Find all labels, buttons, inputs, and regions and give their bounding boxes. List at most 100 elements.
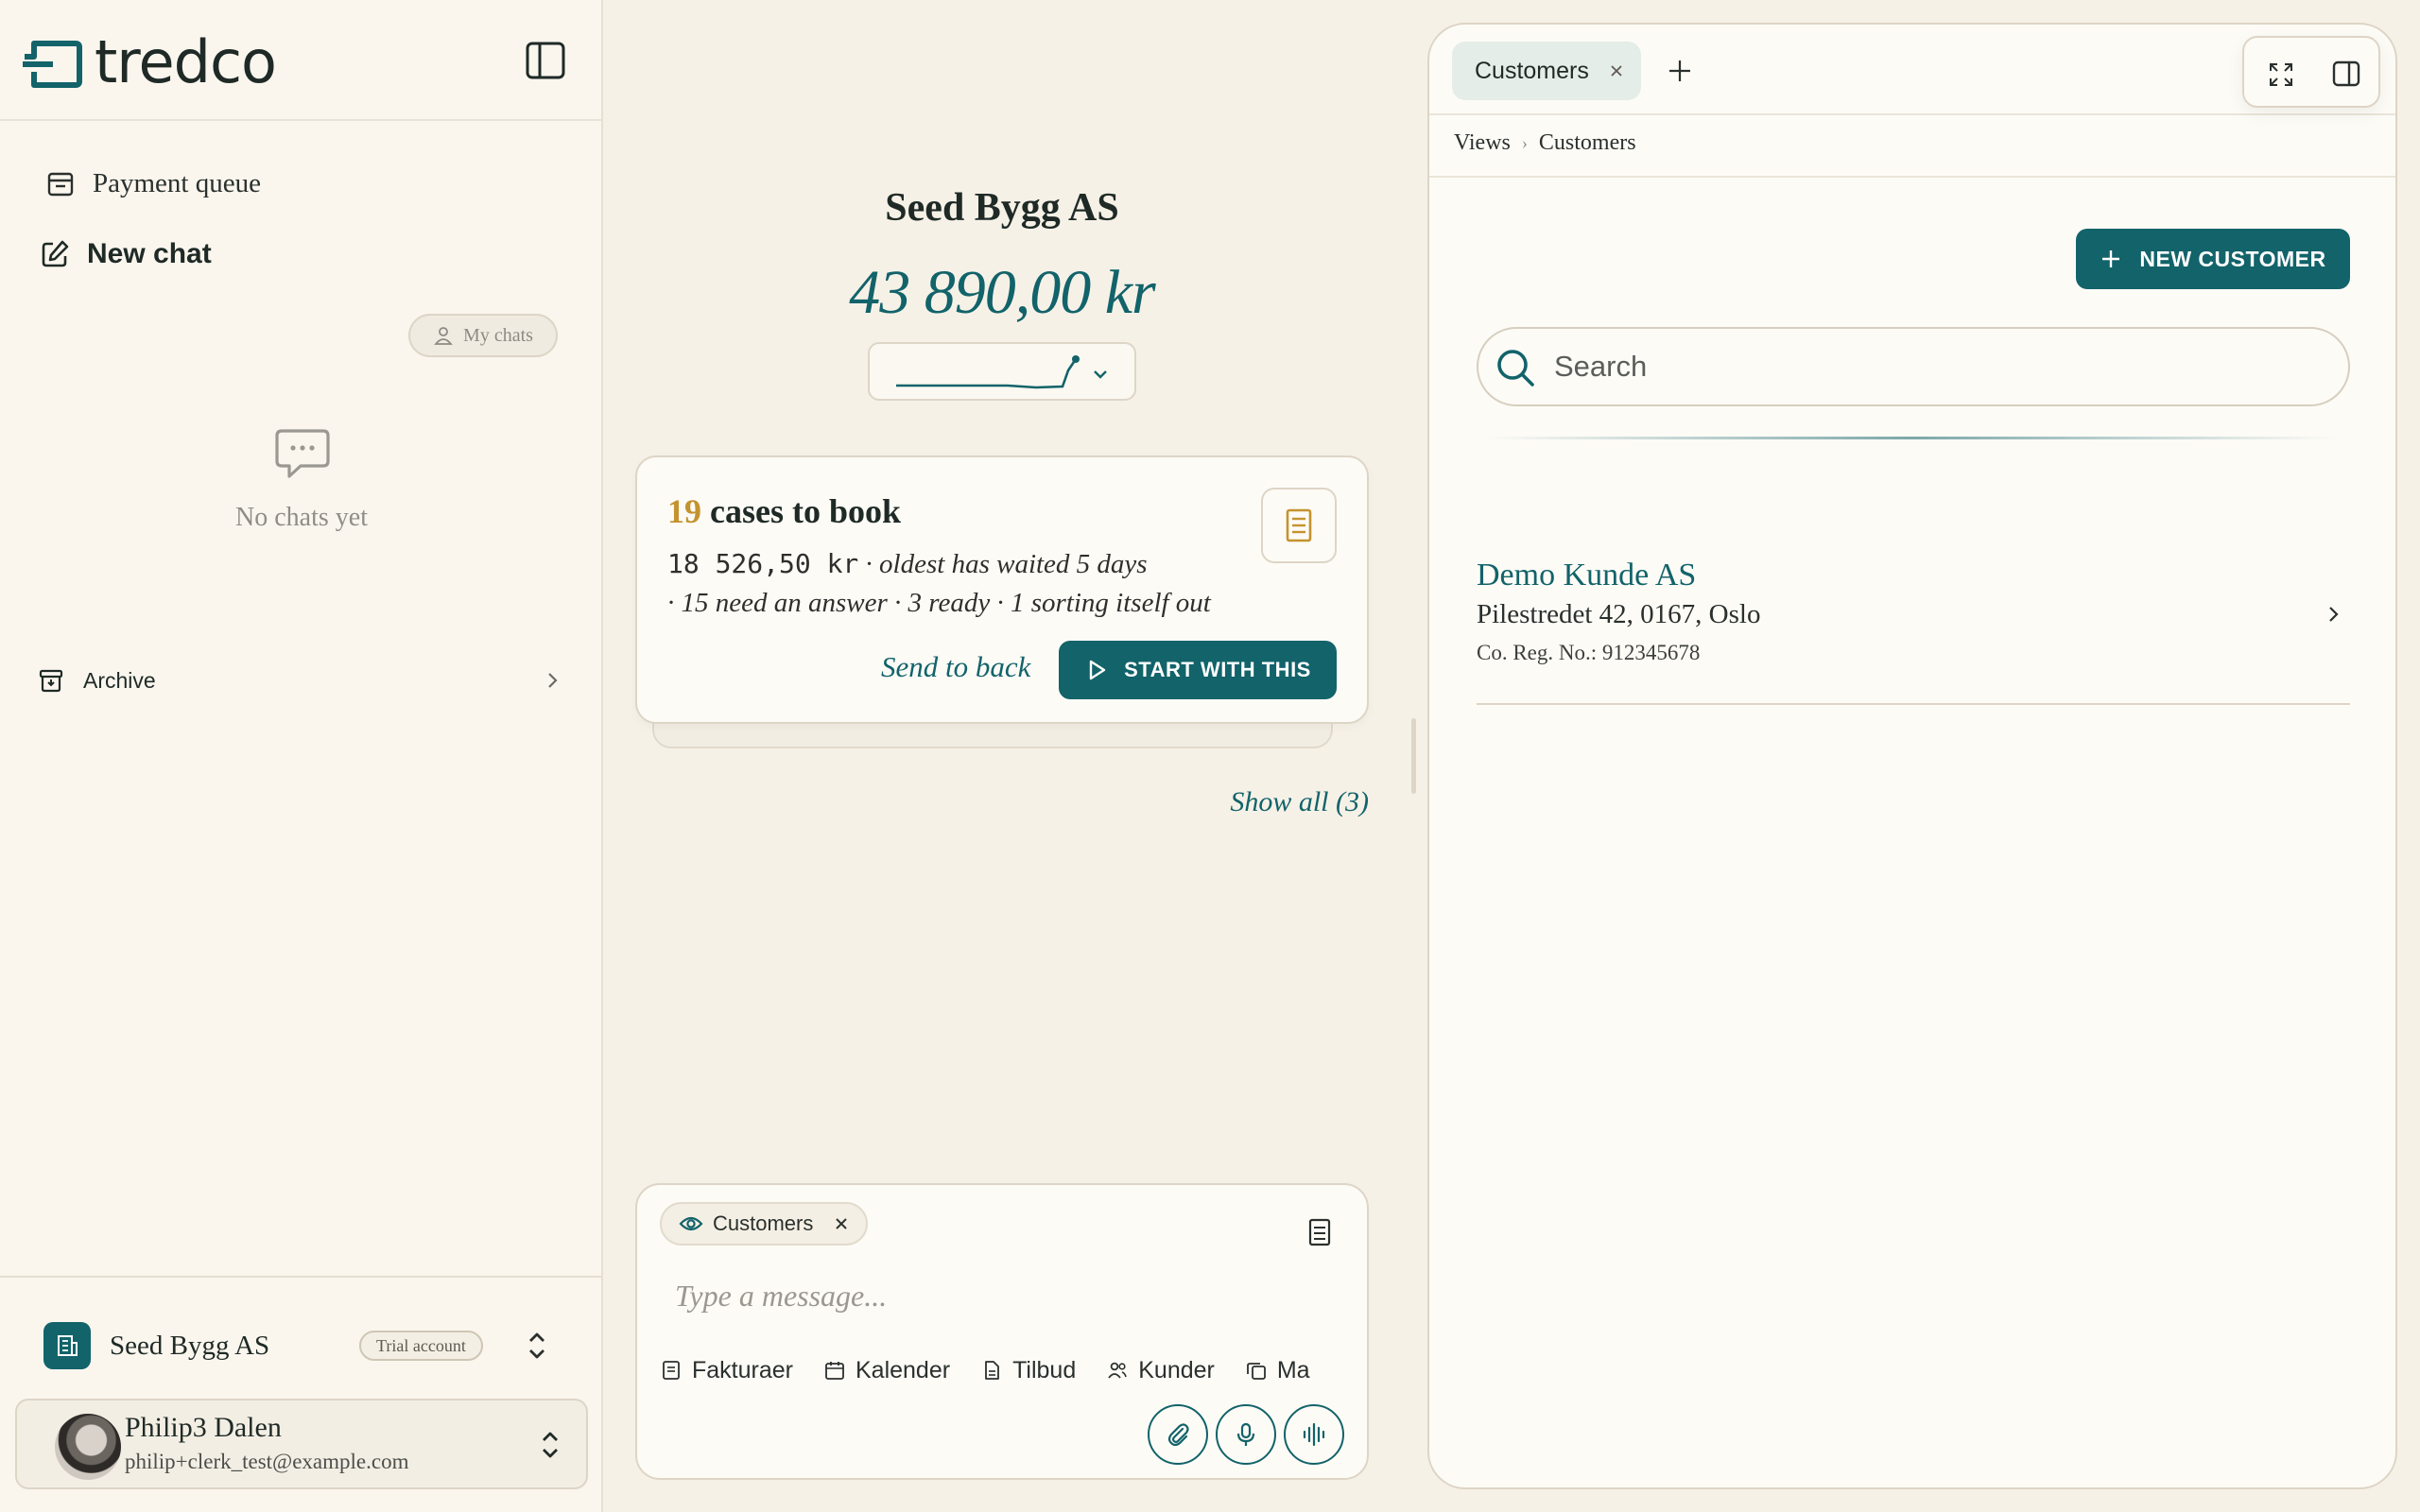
customer-search[interactable] bbox=[1477, 327, 2350, 406]
message-composer: Customers Fakturaer bbox=[635, 1183, 1369, 1480]
plus-icon[interactable] bbox=[1666, 57, 1694, 85]
new-chat-button[interactable]: New chat bbox=[40, 238, 212, 270]
tab-customers[interactable]: Customers bbox=[1452, 42, 1641, 100]
org-name: Seed Bygg AS bbox=[110, 1330, 270, 1361]
cases-count: 19 bbox=[667, 492, 701, 530]
logo-row: tredco bbox=[0, 0, 601, 121]
close-icon[interactable] bbox=[834, 1216, 849, 1231]
send-to-back-link[interactable]: Send to back bbox=[881, 650, 1030, 684]
search-input[interactable] bbox=[1554, 344, 2329, 389]
calendar-icon bbox=[825, 1362, 844, 1380]
shortcut-tilbud[interactable]: Tilbud bbox=[980, 1351, 1076, 1389]
shortcut-label: Kalender bbox=[855, 1356, 951, 1383]
cases-summary-line: 18 526,50 kr · oldest has waited 5 days bbox=[667, 548, 1148, 580]
customer-reg-no: Co. Reg. No.: 912345678 bbox=[1477, 641, 1701, 664]
breadcrumb-separator: › bbox=[1521, 133, 1528, 152]
show-all-link[interactable]: Show all (3) bbox=[1229, 786, 1369, 818]
microphone-button[interactable] bbox=[1216, 1404, 1276, 1465]
copy-icon bbox=[1246, 1363, 1266, 1380]
logo-icon bbox=[23, 41, 82, 88]
shortcut-label: Tilbud bbox=[1012, 1356, 1077, 1383]
cases-to-book-card: 19 cases to book 18 526,50 kr · oldest h… bbox=[635, 455, 1369, 724]
document-icon bbox=[1286, 508, 1312, 542]
eye-icon bbox=[679, 1216, 703, 1231]
panel-window-controls bbox=[2242, 36, 2380, 108]
empty-chats-text: No chats yet bbox=[235, 503, 368, 532]
panel-tab-bar: Customers bbox=[1429, 25, 2395, 115]
chevron-down-icon bbox=[1094, 370, 1107, 379]
my-chats-filter[interactable]: My chats bbox=[408, 314, 558, 357]
voice-mode-button[interactable] bbox=[1284, 1404, 1344, 1465]
customer-row[interactable]: Demo Kunde AS Pilestredet 42, 0167, Oslo… bbox=[1477, 539, 2350, 705]
cases-amount: 18 526,50 kr bbox=[667, 548, 859, 579]
breadcrumb-views[interactable]: Views bbox=[1454, 130, 1511, 156]
start-with-this-label: START WITH THIS bbox=[1124, 658, 1311, 681]
new-customer-button[interactable]: NEW CUSTOMER bbox=[2076, 229, 2350, 289]
microphone-icon bbox=[1236, 1422, 1255, 1446]
my-chats-label: My chats bbox=[463, 324, 533, 346]
trial-account-badge: Trial account bbox=[359, 1331, 483, 1361]
breadcrumb: Views › Customers bbox=[1454, 130, 1636, 156]
audio-waveform-icon bbox=[1303, 1422, 1325, 1447]
logo-text: tredco bbox=[95, 27, 277, 96]
balance-amount: 43 890,00 kr bbox=[849, 258, 1155, 327]
archive-item[interactable]: Archive bbox=[38, 662, 563, 699]
play-icon bbox=[1089, 660, 1106, 680]
balance-trend-dropdown[interactable] bbox=[868, 342, 1136, 401]
shortcut-kalender[interactable]: Kalender bbox=[823, 1351, 950, 1389]
chevron-right-icon bbox=[2329, 607, 2339, 622]
notes-icon[interactable] bbox=[1306, 1217, 1333, 1247]
avatar bbox=[55, 1414, 121, 1480]
expand-icon[interactable] bbox=[2267, 60, 2295, 89]
customer-name: Demo Kunde AS bbox=[1477, 558, 1697, 593]
shortcut-label: Kunder bbox=[1138, 1356, 1215, 1383]
open-document-button[interactable] bbox=[1261, 488, 1337, 563]
nav-payment-queue[interactable]: Payment queue bbox=[45, 168, 261, 199]
shortcut-bar: Fakturaer Kalender Tilbud Kunder Ma bbox=[660, 1351, 1359, 1389]
shortcut-fakturaer[interactable]: Fakturaer bbox=[660, 1351, 793, 1389]
context-chip-label: Customers bbox=[713, 1211, 814, 1235]
archive-label: Archive bbox=[83, 667, 156, 693]
company-title: Seed Bygg AS bbox=[885, 186, 1119, 230]
chevron-updown-icon[interactable] bbox=[524, 1329, 550, 1363]
chevron-right-icon bbox=[548, 673, 558, 688]
breadcrumb-customers[interactable]: Customers bbox=[1539, 130, 1636, 156]
sidebar: tredco Payment queue New chat My chats N… bbox=[0, 0, 603, 1512]
cases-oldest: · oldest has waited 5 days bbox=[858, 549, 1148, 579]
shortcut-label: Ma bbox=[1276, 1356, 1310, 1383]
chat-bubble-icon bbox=[275, 429, 330, 478]
sidebar-divider bbox=[0, 1276, 601, 1278]
org-badge bbox=[43, 1322, 91, 1369]
message-input[interactable] bbox=[675, 1272, 1299, 1319]
sidebar-toggle-icon[interactable] bbox=[526, 42, 565, 79]
sparkline-icon bbox=[896, 355, 1080, 389]
inbox-icon bbox=[47, 172, 74, 196]
customer-address: Pilestredet 42, 0167, Oslo bbox=[1477, 599, 1761, 629]
nav-payment-queue-label: Payment queue bbox=[93, 168, 261, 198]
shortcut-kunder[interactable]: Kunder bbox=[1106, 1351, 1215, 1389]
org-switcher[interactable]: Seed Bygg AS Trial account bbox=[43, 1321, 563, 1370]
shortcut-more[interactable]: Ma bbox=[1245, 1351, 1310, 1389]
plus-icon bbox=[2102, 250, 2120, 267]
archive-icon bbox=[39, 669, 63, 693]
cases-title-text: cases to book bbox=[701, 492, 902, 530]
search-icon bbox=[1497, 350, 1534, 387]
panel-toggle-icon[interactable] bbox=[2331, 59, 2361, 89]
tab-label: Customers bbox=[1475, 57, 1589, 84]
user-name: Philip3 Dalen bbox=[125, 1412, 282, 1443]
user-menu[interactable]: Philip3 Dalen philip+clerk_test@example.… bbox=[15, 1399, 588, 1489]
attach-button[interactable] bbox=[1148, 1404, 1208, 1465]
start-with-this-button[interactable]: START WITH THIS bbox=[1059, 641, 1337, 699]
context-chip[interactable]: Customers bbox=[660, 1202, 869, 1246]
user-email: philip+clerk_test@example.com bbox=[125, 1450, 409, 1473]
chevron-updown-icon[interactable] bbox=[537, 1427, 563, 1463]
user-icon bbox=[434, 327, 453, 345]
cases-status-line: · 15 need an answer · 3 ready · 1 sortin… bbox=[667, 588, 1211, 618]
paperclip-icon bbox=[1167, 1423, 1189, 1447]
resize-handle[interactable] bbox=[1411, 718, 1416, 794]
new-chat-label: New chat bbox=[87, 238, 212, 269]
breadcrumb-divider bbox=[1429, 176, 2395, 178]
loading-indicator bbox=[1486, 437, 2337, 439]
edit-icon bbox=[42, 240, 69, 267]
close-icon[interactable] bbox=[1609, 63, 1624, 78]
